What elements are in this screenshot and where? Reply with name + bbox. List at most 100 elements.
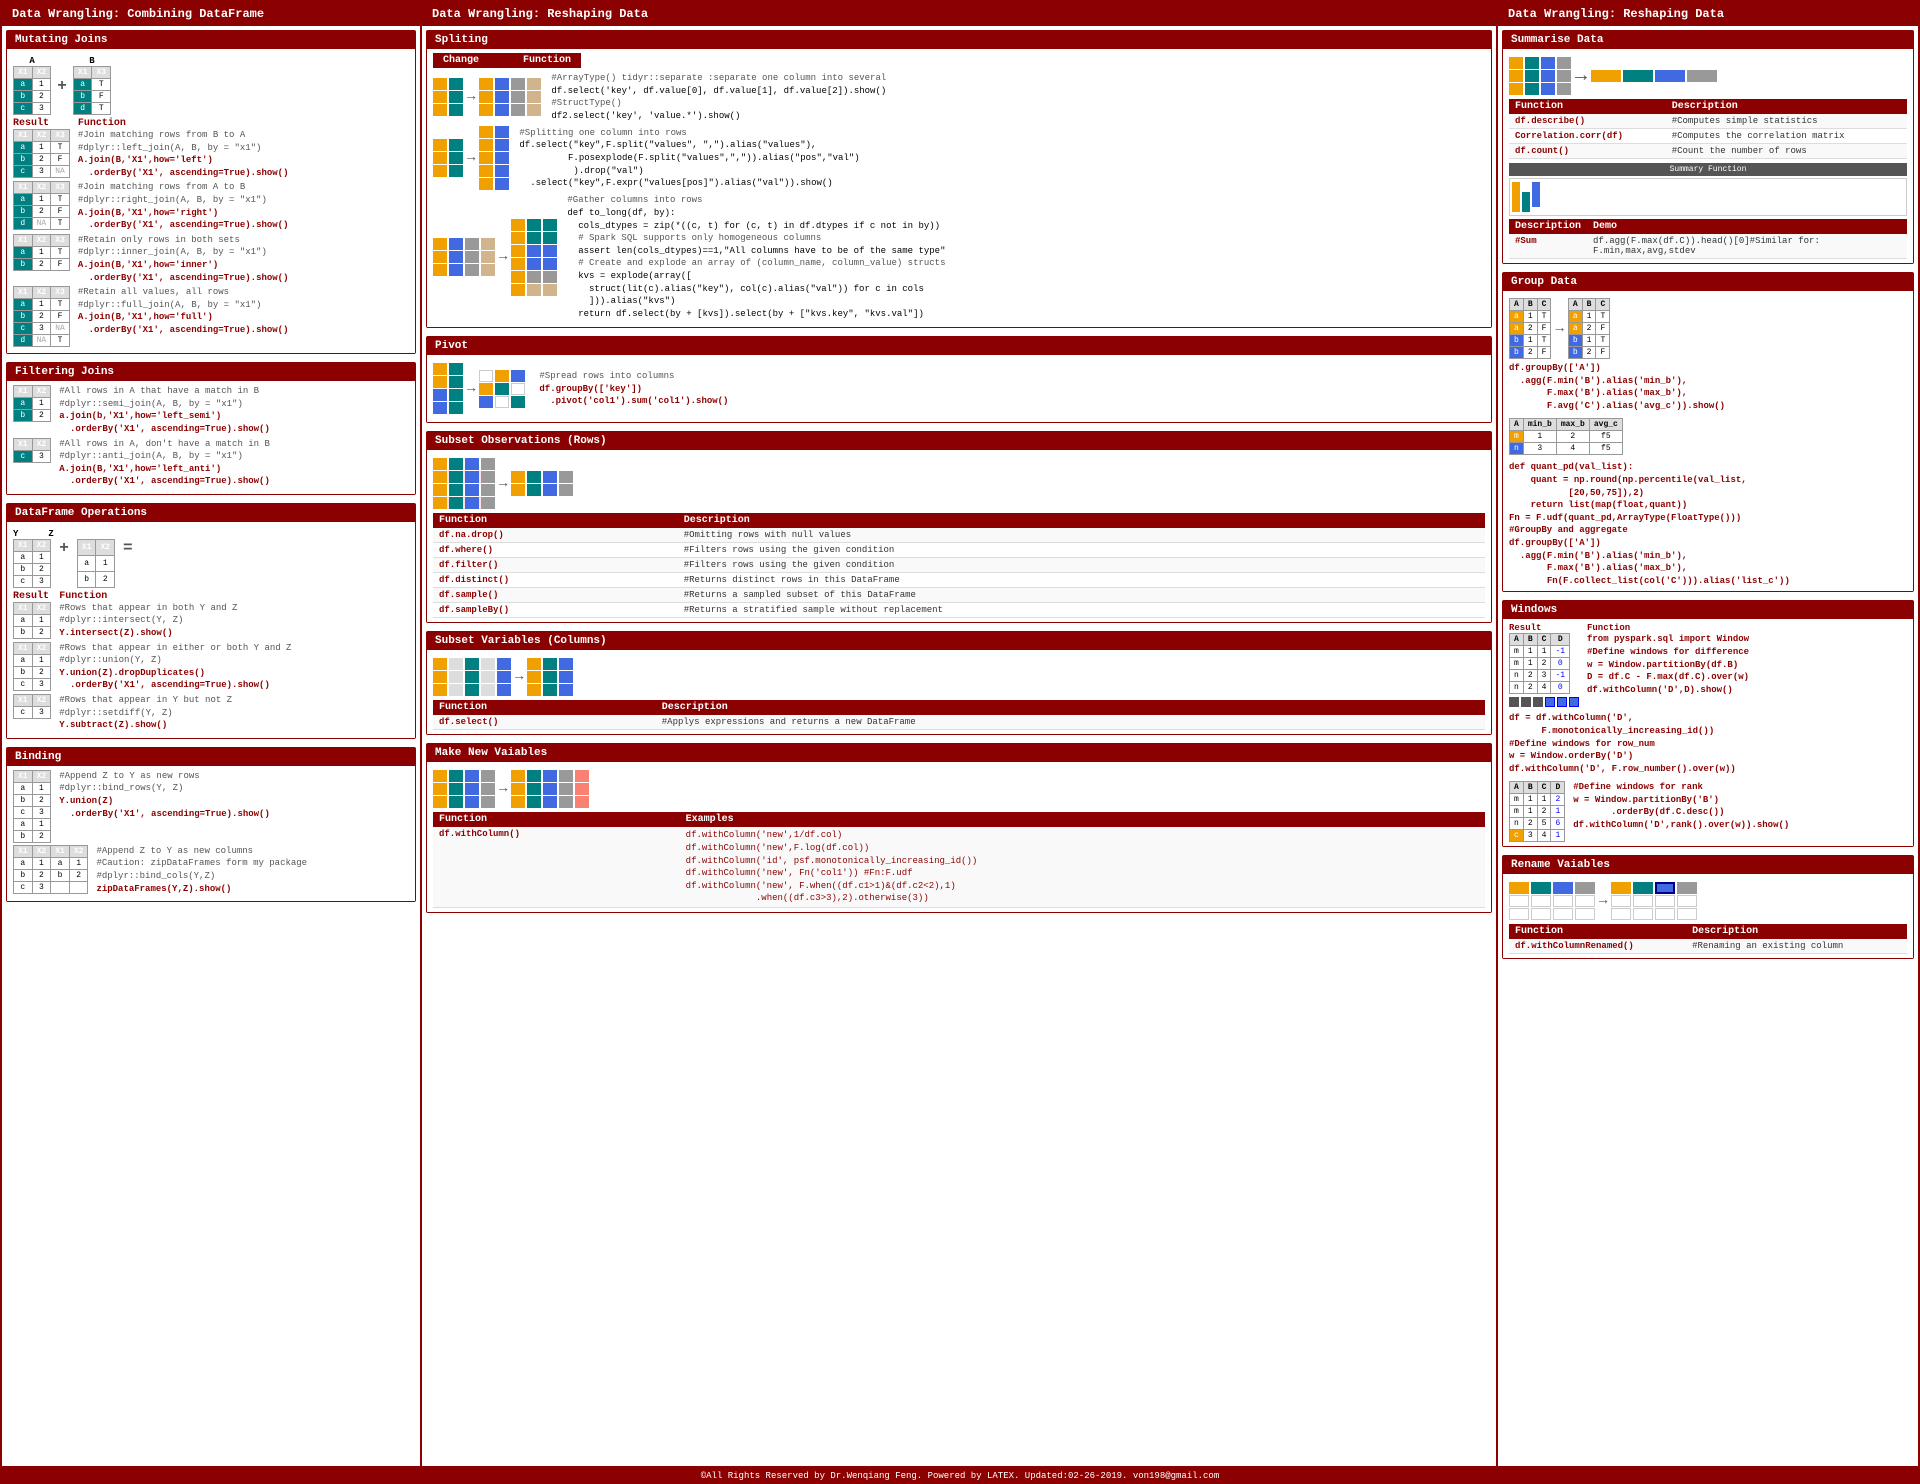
func-corr: Correlation.corr(df)	[1509, 129, 1666, 144]
windows-block-2: ABCD m112 m121 n256 c341 #Define windows…	[1509, 781, 1907, 842]
windows-vis-1: Result ABCD m11-1 m120 n23-1 n240	[1509, 623, 1579, 708]
desc-sample: #Returns a sampled subset of this DataFr…	[678, 588, 1485, 603]
desc-col-sum: Description	[1666, 99, 1907, 114]
windows-body: Result ABCD m11-1 m120 n23-1 n240	[1503, 619, 1913, 846]
table-row: df.where() #Filters rows using the given…	[433, 543, 1485, 558]
rename-body: →	[1503, 874, 1913, 958]
intersect-result: Result X1X2 a1 b2	[13, 591, 51, 640]
bind-cols-table: X1X2X1X2 a1a1 b2b2 c3	[13, 845, 88, 894]
right-join-result: X1X2X3 a1T b2F dNAT	[13, 181, 70, 231]
desc-describe: #Computes simple statistics	[1666, 114, 1907, 129]
arrow-make-new: →	[499, 781, 507, 797]
arrow-subset-rows: →	[499, 476, 507, 492]
group-after: ABC a1T a2F b1T b2F	[1568, 298, 1610, 359]
table-b-container: B X1X3 aT bF dT	[73, 56, 111, 115]
table-row: df.sample() #Returns a sampled subset of…	[433, 588, 1485, 603]
group-data-header: Group Data	[1503, 273, 1913, 291]
section-binding: Binding X1X2 a1 b2 c3 a1 b2	[6, 747, 416, 902]
splitting-header: Spliting	[427, 31, 1491, 49]
func-na-drop: df.na.drop()	[433, 528, 678, 543]
func-col-header: Function	[433, 513, 678, 528]
arrow-subset-cols: →	[515, 669, 523, 685]
union-result: X1X2 a1 b2 c3	[13, 642, 51, 692]
demo-col-demo: Demo	[1587, 219, 1907, 234]
func-col-header3: Function	[433, 812, 680, 827]
full-join-table: X1X2X3 a1T b2F c3NA dNAT	[13, 286, 70, 347]
split3-before	[433, 237, 495, 277]
section-subset-rows: Subset Observations (Rows)	[426, 431, 1492, 623]
full-join-result: X1X2X3 a1T b2F c3NA dNAT	[13, 286, 70, 347]
arrow2: →	[467, 150, 475, 166]
make-new-after	[511, 769, 589, 809]
func-withcolumnrenamed: df.withColumnRenamed()	[1509, 939, 1686, 954]
func-col-sum: Function	[1509, 99, 1666, 114]
section-splitting: Spliting Change Function	[426, 30, 1492, 328]
left-join-table: X1X2X3 a1T b2F c3NA	[13, 129, 70, 178]
table-row: df.count() #Count the number of rows	[1509, 144, 1907, 159]
ex-col-header: Examples	[680, 812, 1485, 827]
group-table-before: ABC a1T a2F b1T b2F	[1509, 298, 1551, 359]
full-join-func: #Retain all values, all rows #dplyr::ful…	[78, 286, 409, 347]
func-select: df.select()	[433, 715, 656, 730]
summarise-table: Function Description df.describe() #Comp…	[1509, 99, 1907, 159]
inner-join-table: X1X2X3 a1T b2F	[13, 234, 70, 271]
section-filtering-joins: Filtering Joins X1X2 a1 b2 #All rows	[6, 362, 416, 495]
left-join-result: Result X1X2X3 a1T b2F c3NA	[13, 118, 70, 179]
subtract-result: X1X2 c3	[13, 694, 51, 732]
yz-label-container: YZ X1X2 a1 b2 c3 + X1X2	[13, 529, 133, 588]
windows-vis-2: ABCD m112 m121 n256 c341	[1509, 781, 1565, 842]
pivot-code: #Spread rows into columns df.groupBy(['k…	[529, 370, 1485, 408]
right-join-func: #Join matching rows from A to B #dplyr::…	[78, 181, 409, 231]
func-withcolumn: df.withColumn()	[433, 827, 680, 907]
union-row: X1X2 a1 b2 c3 #Rows that appear in eithe…	[13, 642, 409, 692]
subset-rows-body: →	[427, 450, 1491, 622]
split2-before	[433, 138, 463, 178]
win-table-1: ABCD m11-1 m120 n23-1 n240	[1509, 633, 1570, 694]
anti-join-result: X1X2 c3	[13, 438, 51, 488]
bind-rows-func: #Append Z to Y as new rows #dplyr::bind_…	[59, 770, 409, 843]
desc-withcolumnrenamed: #Renaming an existing column	[1686, 939, 1907, 954]
windows-color-vis	[1509, 697, 1579, 707]
desc-na-drop: #Omitting rows with null values	[678, 528, 1485, 543]
summarise-before	[1509, 56, 1571, 96]
func-where: df.where()	[433, 543, 678, 558]
join-diagram-ab: A X1X2 a1 b2 c3 + B	[13, 56, 409, 115]
union-table: X1X2 a1 b2 c3	[13, 642, 51, 691]
plus-sign: +	[57, 77, 67, 95]
plus-sign2: +	[59, 539, 69, 588]
df-ops-body: YZ X1X2 a1 b2 c3 + X1X2	[7, 522, 415, 738]
func-col-rename: Function	[1509, 924, 1686, 939]
inner-join-row: X1X2X3 a1T b2F #Retain only rows in both…	[13, 234, 409, 284]
subtract-row: X1X2 c3 #Rows that appear in Y but not Z…	[13, 694, 409, 732]
subset-cols-body: →	[427, 650, 1491, 734]
filtering-joins-body: X1X2 a1 b2 #All rows in A that have a ma…	[7, 381, 415, 494]
bind-rows-row: X1X2 a1 b2 c3 a1 b2 #Append Z to Y as ne…	[13, 770, 409, 843]
splitting-body: Change Function	[427, 49, 1491, 327]
table-row: df.distinct() #Returns distinct rows in …	[433, 573, 1485, 588]
func-sampleby: df.sampleBy()	[433, 603, 678, 618]
binding-body: X1X2 a1 b2 c3 a1 b2 #Append Z to Y as ne…	[7, 766, 415, 901]
table-z: X1X2 a1 b2	[77, 539, 115, 588]
table-row: df.sampleBy() #Returns a stratified samp…	[433, 603, 1485, 618]
func-sample: df.sample()	[433, 588, 678, 603]
intersect-table: X1X2 a1 b2	[13, 602, 51, 639]
table-y: X1X2 a1 b2 c3	[13, 539, 51, 588]
demo-vis	[1509, 178, 1907, 216]
windows-func-1: Function from pyspark.sql import Window …	[1587, 623, 1907, 696]
section-df-ops: DataFrame Operations YZ X1X2 a1 b2 c3	[6, 503, 416, 739]
mid-panel: Data Wrangling: Reshaping Data Spliting …	[422, 2, 1498, 1466]
mutating-joins-body: A X1X2 a1 b2 c3 + B	[7, 49, 415, 353]
group-code-2: def quant_pd(val_list): quant = np.round…	[1509, 461, 1907, 587]
windows-code-2: df = df.withColumn('D', F.monotonically_…	[1509, 712, 1907, 775]
group-result-table: Amin_bmax_bavg_c m12f5 n34f5	[1509, 418, 1907, 455]
arrow-summarise: →	[1575, 65, 1587, 88]
func-count: df.count()	[1509, 144, 1666, 159]
summarise-vis: →	[1509, 56, 1907, 96]
union-func: #Rows that appear in either or both Y an…	[59, 642, 409, 692]
df-ops-header: DataFrame Operations	[7, 504, 415, 522]
left-panel-header: Data Wrangling: Combining DataFrame	[2, 2, 420, 26]
pivot-after	[479, 369, 525, 409]
subset-cols-header: Subset Variables (Columns)	[427, 632, 1491, 650]
split-code-1: #ArrayType() tidyr::separate :separate o…	[545, 72, 1485, 122]
intersect-row: Result X1X2 a1 b2 Function #Rows that ap…	[13, 591, 409, 640]
